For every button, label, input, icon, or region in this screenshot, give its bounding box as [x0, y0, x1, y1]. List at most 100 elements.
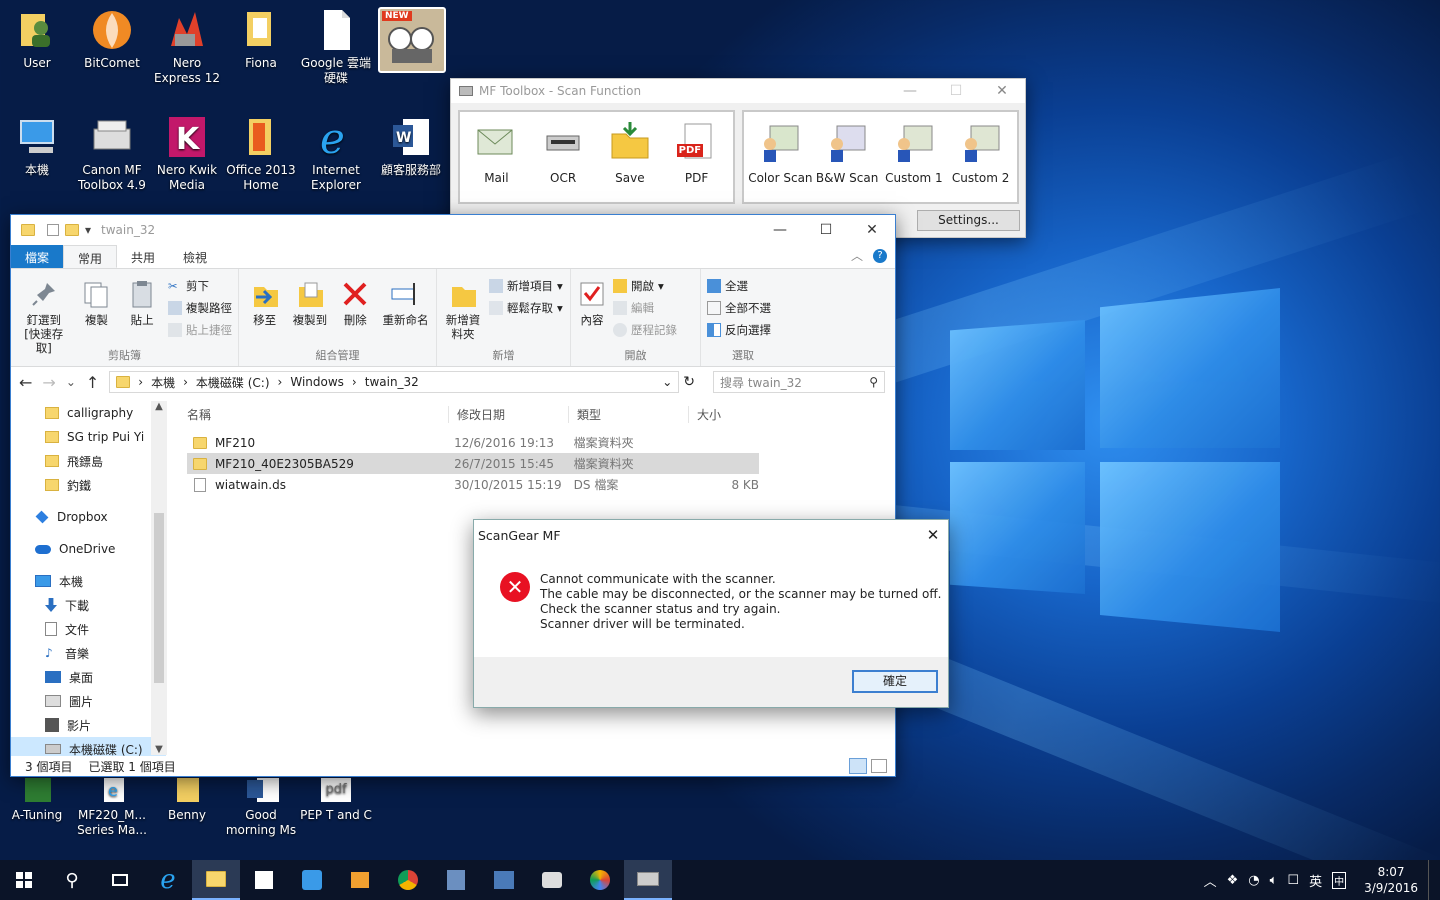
- desktop-icon-fiona[interactable]: Fiona: [224, 8, 298, 71]
- pdf-button[interactable]: PDF PDF: [663, 112, 730, 202]
- refresh-icon[interactable]: ↻: [683, 374, 695, 390]
- ok-button[interactable]: 確定: [852, 670, 938, 693]
- taskbar-film[interactable]: [528, 860, 576, 900]
- column-type[interactable]: 類型: [569, 405, 689, 423]
- color-scan-button[interactable]: Color Scan: [747, 112, 814, 202]
- taskbar-media[interactable]: [336, 860, 384, 900]
- breadcrumb-pc[interactable]: 本機: [151, 374, 175, 391]
- nav-item[interactable]: 本機: [11, 569, 166, 593]
- column-size[interactable]: 大小: [689, 406, 759, 423]
- taskbar-store[interactable]: [240, 860, 288, 900]
- recent-dropdown-icon[interactable]: ⌄: [66, 375, 76, 389]
- desktop-icon-internet-explorer[interactable]: e Internet Explorer: [299, 114, 373, 193]
- nav-item[interactable]: SG trip Pui Yi: [11, 425, 166, 449]
- cut-button[interactable]: ✂ 剪下: [168, 275, 232, 297]
- settings-button[interactable]: Settings...: [917, 210, 1020, 231]
- scroll-down-arrow-icon[interactable]: ▼: [151, 744, 167, 755]
- maximize-button[interactable]: ☐: [933, 79, 979, 103]
- paste-shortcut-button[interactable]: 貼上捷徑: [168, 319, 232, 341]
- search-button[interactable]: ⚲: [48, 860, 96, 900]
- scroll-up-arrow-icon[interactable]: ▲: [151, 401, 167, 412]
- dropbox-tray-icon[interactable]: ❖: [1227, 873, 1239, 888]
- nav-item[interactable]: 圖片: [11, 689, 166, 713]
- invert-selection-button[interactable]: 反向選擇: [707, 319, 771, 341]
- desktop-icon-google-drive[interactable]: Google 雲端硬碟: [299, 8, 373, 86]
- large-icons-view-icon[interactable]: [871, 759, 887, 773]
- close-button[interactable]: ✕: [849, 215, 895, 245]
- file-row[interactable]: MF210 12/6/2016 19:13 檔案資料夾: [187, 432, 759, 453]
- help-icon[interactable]: ?: [873, 249, 887, 263]
- open-button[interactable]: 開啟 ▾: [613, 275, 677, 297]
- desktop-icon-this-pc[interactable]: 本機: [0, 115, 74, 178]
- desktop-icon-good-morning[interactable]: Good morning Ms: [224, 778, 298, 838]
- breadcrumb-windows[interactable]: Windows: [290, 375, 344, 389]
- nav-item[interactable]: 飛鏢島: [11, 449, 166, 473]
- minimize-button[interactable]: —: [757, 215, 803, 245]
- desktop-icon-benny[interactable]: Benny: [150, 778, 224, 823]
- qat-dropdown-icon[interactable]: ▾: [85, 223, 91, 237]
- scroll-thumb[interactable]: [154, 513, 164, 683]
- nav-item[interactable]: 文件: [11, 617, 166, 641]
- desktop-icon-user[interactable]: User: [0, 8, 74, 71]
- file-row-selected[interactable]: MF210_40E2305BA529 26/7/2015 15:45 檔案資料夾: [187, 453, 759, 474]
- details-view-icon[interactable]: [849, 758, 867, 774]
- desktop-icon-office[interactable]: Office 2013 Home: [224, 115, 298, 193]
- desktop-icon-video-new[interactable]: NEW: [378, 7, 446, 73]
- ime-mode[interactable]: 英: [1309, 871, 1322, 890]
- start-button[interactable]: [0, 860, 48, 900]
- select-none-button[interactable]: 全部不選: [707, 297, 771, 319]
- history-button[interactable]: 歷程記錄: [613, 319, 677, 341]
- desktop-icon-pep-t-and-c[interactable]: pdf PEP T and C: [299, 778, 373, 823]
- up-arrow-icon[interactable]: ↑: [86, 373, 99, 392]
- dialog-close-icon[interactable]: ✕: [918, 526, 948, 544]
- desktop-icon-nero-kwik[interactable]: K Nero Kwik Media: [150, 115, 224, 193]
- nav-item[interactable]: calligraphy: [11, 401, 166, 425]
- tab-view[interactable]: 檢視: [169, 245, 221, 268]
- taskbar-chrome[interactable]: [384, 860, 432, 900]
- nav-item[interactable]: 桌面: [11, 665, 166, 689]
- minimize-button[interactable]: —: [887, 79, 933, 103]
- forward-arrow-icon[interactable]: →: [42, 373, 55, 392]
- desktop-icon-bitcomet[interactable]: BitComet: [75, 8, 149, 71]
- mail-button[interactable]: Mail: [463, 112, 530, 202]
- taskbar-file-explorer[interactable]: [192, 860, 240, 900]
- show-desktop-strip[interactable]: [1428, 860, 1432, 900]
- desktop-icon-canon-toolbox[interactable]: Canon MF Toolbox 4.9: [75, 115, 149, 193]
- tab-home[interactable]: 常用: [63, 245, 118, 268]
- tab-share[interactable]: 共用: [117, 245, 169, 268]
- properties-qat-icon[interactable]: [47, 224, 59, 236]
- breadcrumb-drive[interactable]: 本機磁碟 (C:): [196, 374, 270, 391]
- close-button[interactable]: ✕: [979, 79, 1025, 103]
- taskbar-scanner[interactable]: [624, 860, 672, 900]
- desktop-icon-word-doc[interactable]: W 顧客服務部: [374, 115, 448, 178]
- desktop-icon-a-tuning[interactable]: A-Tuning: [0, 778, 74, 823]
- address-bar[interactable]: › 本機 › 本機磁碟 (C:) › Windows › twain_32 ⌄: [109, 371, 680, 393]
- taskbar-edge[interactable]: e: [144, 860, 192, 900]
- desktop-icon-mf220-manual[interactable]: e MF220_M... Series Ma...: [75, 778, 149, 838]
- breadcrumb-twain32[interactable]: twain_32: [365, 375, 419, 389]
- network-icon[interactable]: ◔: [1248, 873, 1259, 888]
- newfolder-qat-icon[interactable]: [65, 224, 79, 236]
- nav-item[interactable]: Dropbox: [11, 505, 166, 529]
- taskbar-app-blue[interactable]: [288, 860, 336, 900]
- edit-button[interactable]: 編輯: [613, 297, 677, 319]
- volume-icon[interactable]: 🔈︎: [1270, 873, 1278, 888]
- search-box[interactable]: 搜尋 twain_32 ⚲: [713, 371, 886, 393]
- nav-item[interactable]: 下載: [11, 593, 166, 617]
- custom1-button[interactable]: Custom 1: [881, 112, 948, 202]
- desktop-icon-nero-express[interactable]: Nero Express 12: [150, 8, 224, 86]
- easy-access-button[interactable]: 輕鬆存取 ▾: [489, 297, 563, 319]
- ocr-button[interactable]: OCR: [530, 112, 597, 202]
- collapse-ribbon-icon[interactable]: ︿: [851, 245, 863, 268]
- taskbar-swirl[interactable]: [576, 860, 624, 900]
- column-date[interactable]: 修改日期: [449, 405, 569, 423]
- copy-path-button[interactable]: 複製路徑: [168, 297, 232, 319]
- bw-scan-button[interactable]: B&W Scan: [814, 112, 881, 202]
- maximize-button[interactable]: ☐: [803, 215, 849, 245]
- nav-item[interactable]: ♪ 音樂: [11, 641, 166, 665]
- ime-indicator[interactable]: 中: [1332, 871, 1347, 889]
- save-button[interactable]: Save: [597, 112, 664, 202]
- column-name[interactable]: 名稱: [187, 405, 449, 423]
- nav-item[interactable]: OneDrive: [11, 537, 166, 561]
- taskbar-app-grid[interactable]: [432, 860, 480, 900]
